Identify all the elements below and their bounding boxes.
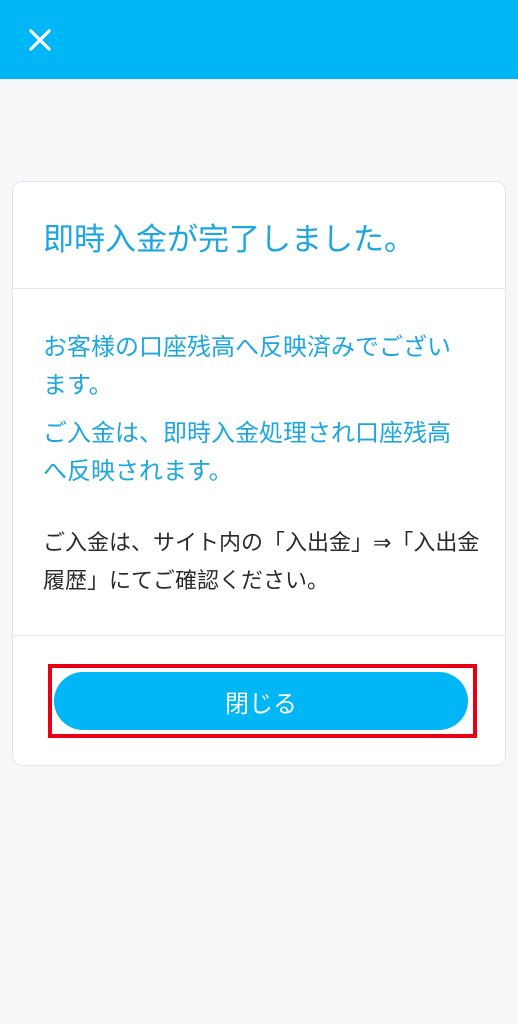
close-icon[interactable] (26, 26, 54, 54)
history-note: ご入金は、サイト内の「入出金」⇒「入出金履歴」にてご確認ください。 (43, 531, 480, 594)
balance-reflected-message: お客様の口座残高へ反映済みでございます。 (43, 333, 451, 399)
deposit-complete-dialog: 即時入金が完了しました。 お客様の口座残高へ反映済みでございます。 ご入金は、即… (12, 181, 506, 766)
top-bar (0, 0, 518, 79)
footer-divider (13, 635, 505, 636)
dialog-title: 即時入金が完了しました。 (43, 222, 415, 258)
instant-deposit-message: ご入金は、即時入金処理され口座残高へ反映されます。 (43, 419, 451, 485)
title-divider (13, 288, 505, 289)
close-button[interactable]: 閉じる (54, 672, 468, 730)
